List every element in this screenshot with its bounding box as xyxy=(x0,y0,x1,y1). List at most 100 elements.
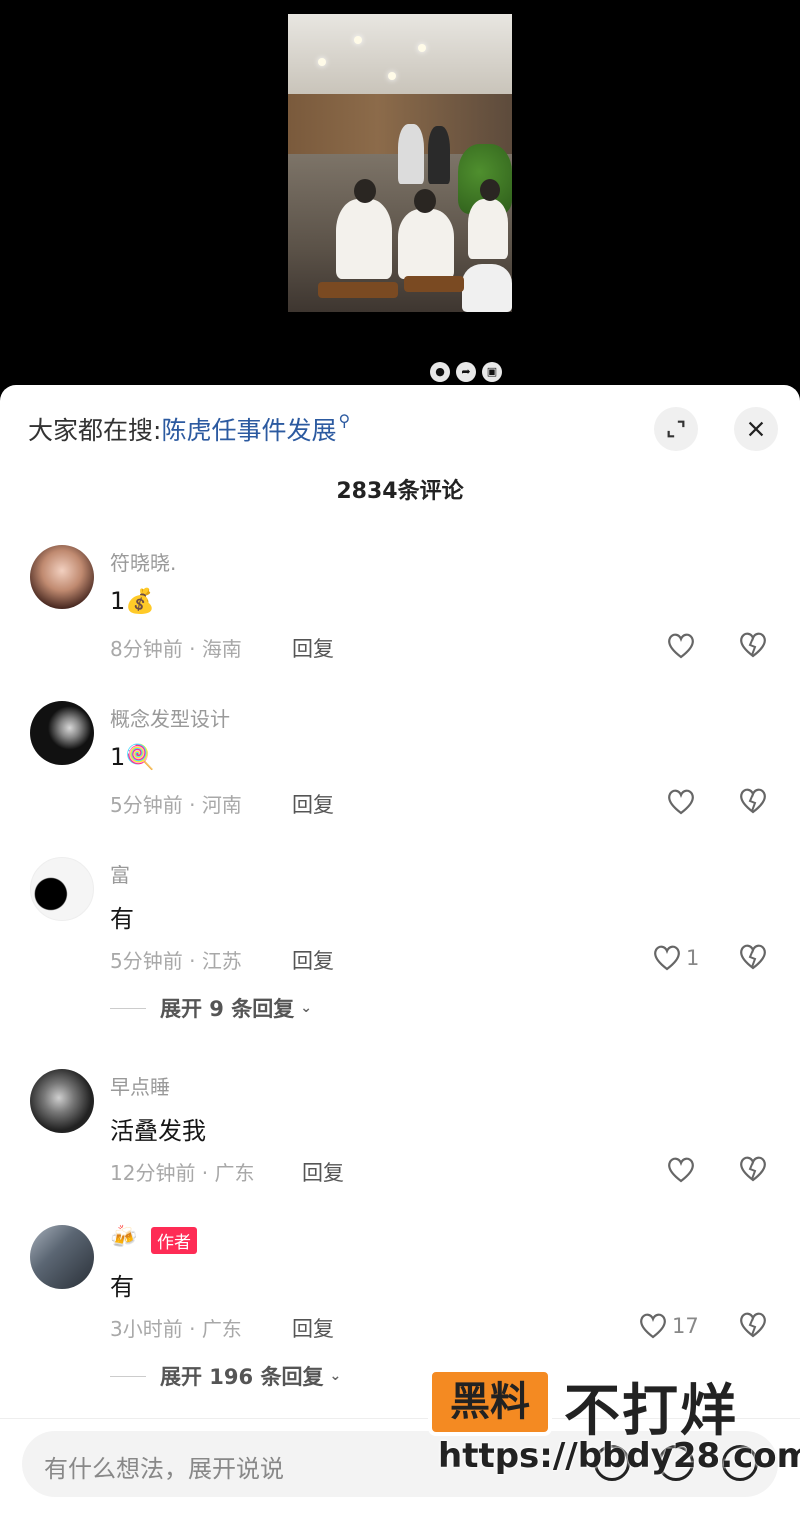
like-button[interactable] xyxy=(666,1155,700,1185)
avatar[interactable] xyxy=(30,701,94,765)
reply-button[interactable]: 回复 xyxy=(302,1157,344,1187)
watermark-text: 不打烊 xyxy=(564,1379,738,1444)
divider-line xyxy=(110,1375,146,1377)
comment-text: 有 xyxy=(110,1273,134,1301)
ceiling-light xyxy=(354,36,362,44)
heart-icon xyxy=(668,633,694,659)
reply-button[interactable]: 回复 xyxy=(292,945,334,975)
trending-search[interactable]: 大家都在搜:陈虎任事件发展 ⚲ xyxy=(28,411,350,447)
comment-count: 2834条评论 xyxy=(336,479,464,504)
heart-icon xyxy=(654,945,680,971)
dislike-button[interactable] xyxy=(738,1155,770,1185)
comment-meta: 12分钟前 · 广东 xyxy=(110,1161,255,1185)
expand-replies-label: 展开 196 条回复 xyxy=(160,1365,324,1389)
video-chair xyxy=(404,276,464,292)
watermark-url: https://bbdy28.com xyxy=(438,1436,800,1476)
comment-time: 3小时前 xyxy=(110,1317,183,1341)
video-person xyxy=(398,209,454,279)
divider-line xyxy=(110,1007,146,1009)
video-chair xyxy=(318,282,398,298)
video-controls: ● ➦ ▣ xyxy=(430,362,502,382)
comment-icon[interactable]: ● xyxy=(430,362,450,382)
fullscreen-button[interactable] xyxy=(654,407,698,451)
broken-heart-icon xyxy=(740,788,766,814)
ceiling-light xyxy=(318,58,326,66)
watermark: 黑料 不打烊 https://bbdy28.com xyxy=(428,1366,800,1476)
dislike-button[interactable] xyxy=(738,943,770,973)
broken-heart-icon xyxy=(740,632,766,658)
broken-heart-icon xyxy=(740,944,766,970)
heart-icon xyxy=(668,1157,694,1183)
comment-input-placeholder: 有什么想法，展开说说 xyxy=(44,1455,284,1483)
dislike-button[interactable] xyxy=(738,787,770,817)
comment-text: 活叠发我 xyxy=(110,1117,206,1145)
reply-button[interactable]: 回复 xyxy=(292,1313,334,1343)
like-count: 17 xyxy=(672,1314,699,1338)
trending-search-link[interactable]: 陈虎任事件发展 xyxy=(161,416,336,445)
reply-button[interactable]: 回复 xyxy=(292,633,334,663)
comment-meta: 3小时前 · 广东 xyxy=(110,1317,242,1341)
like-button[interactable] xyxy=(666,631,700,661)
video-player[interactable]: ● ➦ ▣ xyxy=(0,0,800,400)
comment-meta: 5分钟前 · 江苏 xyxy=(110,949,242,973)
avatar[interactable] xyxy=(30,545,94,609)
comment-username[interactable]: 符晓晓. xyxy=(110,547,176,576)
heart-icon xyxy=(640,1313,666,1339)
like-button[interactable]: 1 xyxy=(652,943,699,973)
avatar[interactable] xyxy=(30,1225,94,1289)
video-frame[interactable] xyxy=(288,14,512,312)
ceiling-light xyxy=(418,44,426,52)
chevron-down-icon: ⌄ xyxy=(300,1000,312,1016)
expand-replies-label: 展开 9 条回复 xyxy=(160,997,295,1021)
expand-replies-button[interactable]: 展开 9 条回复 ⌄ xyxy=(110,993,312,1023)
share-icon[interactable]: ➦ xyxy=(456,362,476,382)
search-icon[interactable]: ⚲ xyxy=(338,411,350,430)
comment-username[interactable]: 概念发型设计 xyxy=(110,703,230,732)
like-button[interactable]: 17 xyxy=(638,1311,699,1341)
comment-username[interactable]: 🍻 xyxy=(110,1225,137,1250)
trending-search-prefix: 大家都在搜: xyxy=(28,416,162,445)
video-person xyxy=(468,199,508,259)
video-person xyxy=(462,264,512,312)
comment-username[interactable]: 富 xyxy=(110,859,130,888)
video-person xyxy=(336,199,392,279)
comment-meta: 5分钟前 · 河南 xyxy=(110,793,242,817)
heart-icon xyxy=(668,789,694,815)
expand-replies-button[interactable]: 展开 196 条回复 ⌄ xyxy=(110,1361,341,1391)
video-person xyxy=(398,124,424,184)
like-count: 1 xyxy=(686,946,700,970)
video-person-head xyxy=(414,189,436,213)
avatar[interactable] xyxy=(30,857,94,921)
ceiling-light xyxy=(388,72,396,80)
comment-time: 5分钟前 xyxy=(110,793,183,817)
avatar[interactable] xyxy=(30,1069,94,1133)
video-ceiling xyxy=(288,14,512,94)
comment-location: 江苏 xyxy=(201,949,242,973)
dislike-button[interactable] xyxy=(738,631,770,661)
watermark-logo: 黑料 xyxy=(428,1368,552,1436)
close-icon xyxy=(748,421,764,437)
comment-username[interactable]: 早点睡 xyxy=(110,1071,170,1100)
comment-location: 河南 xyxy=(201,793,242,817)
comment-sheet: 大家都在搜:陈虎任事件发展 ⚲ 2834条评论 符晓晓. 1💰 8分钟前 · 海南… xyxy=(0,385,800,1517)
chevron-down-icon: ⌄ xyxy=(329,1368,342,1384)
comment-meta: 8分钟前 · 海南 xyxy=(110,637,242,661)
video-person-head xyxy=(480,179,500,201)
author-badge: 作者 xyxy=(151,1227,197,1254)
video-person-head xyxy=(354,179,376,203)
dislike-button[interactable] xyxy=(738,1311,770,1341)
comment-text: 1🍭 xyxy=(110,743,156,771)
save-icon[interactable]: ▣ xyxy=(482,362,502,382)
video-person xyxy=(428,126,450,184)
comment-time: 12分钟前 xyxy=(110,1161,196,1185)
comment-text: 有 xyxy=(110,905,134,933)
comment-location: 海南 xyxy=(201,637,242,661)
close-button[interactable] xyxy=(734,407,778,451)
comment-time: 5分钟前 xyxy=(110,949,183,973)
expand-icon xyxy=(667,420,685,438)
reply-button[interactable]: 回复 xyxy=(292,789,334,819)
comment-location: 广东 xyxy=(214,1161,255,1185)
comment-time: 8分钟前 xyxy=(110,637,183,661)
like-button[interactable] xyxy=(666,787,700,817)
comment-text: 1💰 xyxy=(110,587,156,615)
